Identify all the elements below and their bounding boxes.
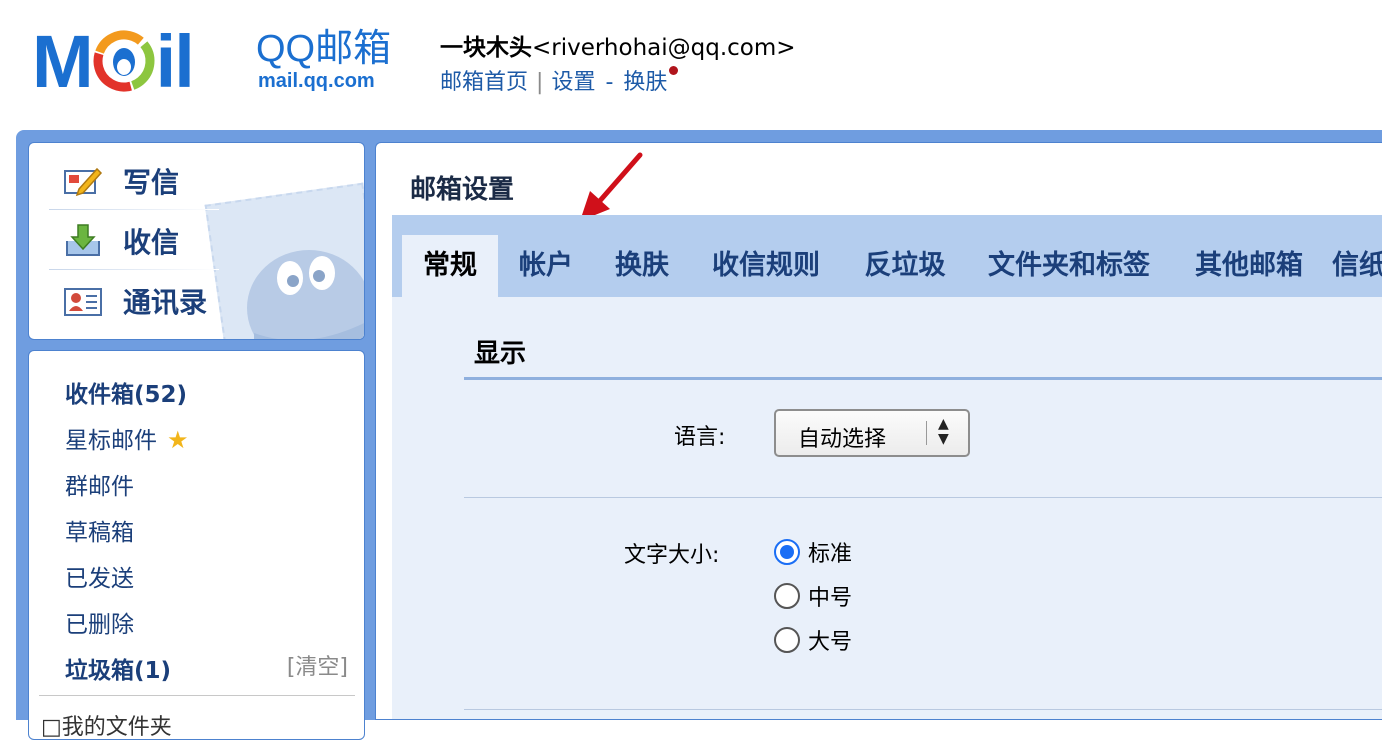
brand-name: QQ邮箱: [256, 28, 392, 70]
compose-icon: [64, 167, 103, 197]
notification-dot: [669, 66, 679, 75]
row-divider: [464, 709, 1382, 710]
language-label: 语言:: [674, 425, 726, 450]
link-separator: |: [536, 70, 544, 95]
radio-large-label: 大号: [808, 630, 853, 655]
chevron-updown-icon: ▲ ▼: [938, 416, 949, 447]
quick-actions-panel: 写信 收信 通讯录: [28, 142, 365, 340]
folder-inbox[interactable]: 收件箱(52): [65, 375, 187, 409]
radio-medium[interactable]: [774, 583, 800, 609]
folder-sent[interactable]: 已发送: [65, 559, 134, 593]
row-divider: [464, 497, 1382, 498]
user-email: <riverhohai@qq.com>: [532, 35, 796, 61]
radio-standard[interactable]: [774, 539, 800, 565]
radio-medium-label: 中号: [808, 586, 853, 611]
my-folders-toggle[interactable]: □我的文件夹: [41, 709, 172, 739]
settings-panel: 邮箱设置 常规 帐户 换肤 收信规则 反垃圾 文件夹和标签 其他邮箱 信纸 显示…: [375, 142, 1382, 720]
tab-account[interactable]: 帐户: [504, 235, 588, 297]
folder-deleted[interactable]: 已删除: [65, 605, 134, 639]
user-identity: 一块木头<riverhohai@qq.com>: [440, 28, 796, 62]
nav-divider: [49, 209, 219, 210]
folder-panel: 收件箱(52) 星标邮件 ★ 群邮件 草稿箱 已发送 已删除 垃圾箱(1) [清空…: [28, 350, 365, 740]
font-size-option-large[interactable]: 大号: [774, 625, 852, 655]
folder-starred-label: 星标邮件: [65, 428, 157, 454]
penguin-o-icon: [93, 30, 155, 92]
download-icon: [66, 224, 100, 256]
logo-wordmark: M il: [32, 24, 195, 100]
link-settings[interactable]: 设置: [551, 64, 595, 96]
tab-general[interactable]: 常规: [402, 235, 498, 297]
radio-standard-label: 标准: [808, 542, 853, 567]
section-title-display: 显示: [474, 339, 527, 369]
top-links: 邮箱首页 | 设置 - 换肤: [440, 64, 679, 96]
tab-stationery[interactable]: 信纸: [1332, 235, 1382, 297]
font-size-option-medium[interactable]: 中号: [774, 581, 852, 611]
check-mail-nav[interactable]: 收信: [49, 211, 349, 271]
user-name: 一块木头: [440, 35, 532, 61]
red-arrow-annotation: [580, 152, 643, 221]
brand-domain: mail.qq.com: [258, 70, 375, 92]
folder-drafts[interactable]: 草稿箱: [65, 513, 134, 547]
folder-spam[interactable]: 垃圾箱(1): [65, 651, 171, 685]
star-icon: ★: [167, 426, 189, 454]
logo-letters-il: il: [155, 20, 195, 103]
clear-spam-link[interactable]: [清空]: [287, 649, 348, 681]
contacts-label: 通讯录: [123, 286, 208, 319]
page-title: 邮箱设置: [410, 175, 515, 205]
settings-tabs: 常规 帐户 换肤 收信规则 反垃圾 文件夹和标签 其他邮箱 信纸: [392, 215, 1382, 297]
tab-folders-labels[interactable]: 文件夹和标签: [972, 235, 1166, 297]
header: M il QQ邮箱 mail.qq.com 一块木头<riverhohai@qq…: [0, 0, 1382, 130]
link-skin[interactable]: 换肤: [623, 64, 667, 96]
nav-divider: [49, 269, 219, 270]
contacts-nav[interactable]: 通讯录: [49, 271, 349, 331]
font-size-option-standard[interactable]: 标准: [774, 537, 852, 567]
logo-letter-m: M: [32, 20, 94, 103]
compose-label: 写信: [123, 166, 180, 199]
compose-nav[interactable]: 写信: [49, 151, 349, 211]
contact-card-icon: [64, 288, 102, 316]
link-dash: -: [605, 70, 614, 95]
language-select[interactable]: 自动选择 ▲ ▼: [774, 409, 970, 457]
section-divider: [464, 377, 1382, 380]
mail-logo[interactable]: M il QQ邮箱 mail.qq.com: [32, 24, 402, 100]
radio-large[interactable]: [774, 627, 800, 653]
folder-divider: [39, 695, 355, 696]
select-divider: [926, 421, 927, 445]
tab-skin[interactable]: 换肤: [600, 235, 684, 297]
folder-starred[interactable]: 星标邮件 ★: [65, 421, 189, 455]
link-mailbox-home[interactable]: 邮箱首页: [440, 64, 528, 96]
tab-anti-spam[interactable]: 反垃圾: [850, 235, 960, 297]
tab-receive-rules[interactable]: 收信规则: [696, 235, 836, 297]
settings-content: 显示 语言: 自动选择 ▲ ▼ 文字大小: 标准 中号 大号: [392, 297, 1382, 719]
check-mail-label: 收信: [123, 226, 180, 259]
language-value: 自动选择: [798, 427, 887, 452]
folder-group[interactable]: 群邮件: [65, 467, 134, 501]
tab-other-mailbox[interactable]: 其他邮箱: [1180, 235, 1318, 297]
font-size-label: 文字大小:: [624, 543, 720, 568]
